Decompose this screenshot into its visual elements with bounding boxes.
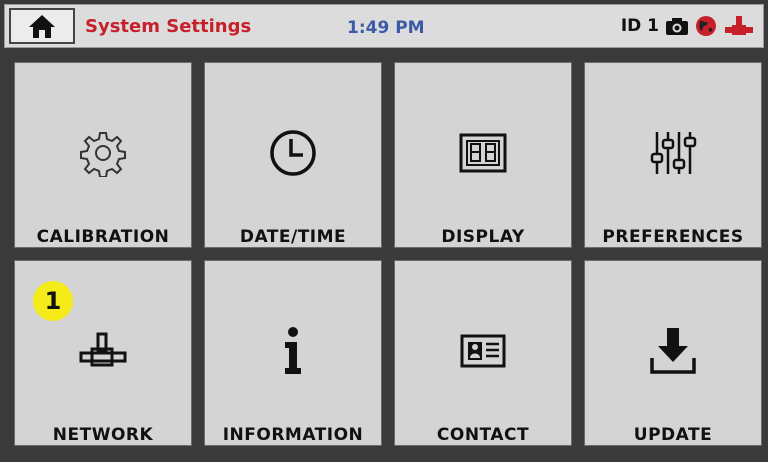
tile-display[interactable]: DISPLAY xyxy=(394,62,572,248)
home-icon xyxy=(29,15,55,38)
callout-badge: 1 xyxy=(33,281,73,321)
globe-icon xyxy=(696,16,716,36)
network-status-icon xyxy=(725,16,753,35)
clock-readout: 1:49 PM xyxy=(347,18,425,38)
tile-label: INFORMATION xyxy=(222,425,364,445)
home-button[interactable] xyxy=(9,8,75,44)
clock-icon xyxy=(270,130,316,176)
tile-label: NETWORK xyxy=(52,425,154,445)
tile-calibration[interactable]: CALIBRATION xyxy=(14,62,192,248)
tile-label: DATE/TIME xyxy=(239,227,347,247)
tile-label: DISPLAY xyxy=(441,227,525,247)
download-icon xyxy=(650,328,696,374)
contact-card-icon xyxy=(460,334,506,368)
sliders-icon xyxy=(650,132,697,174)
camera-icon xyxy=(666,18,688,35)
tile-information[interactable]: INFORMATION xyxy=(204,260,382,446)
network-icon xyxy=(79,332,127,367)
tile-network[interactable]: 1 NETWORK xyxy=(14,260,192,446)
tile-label: PREFERENCES xyxy=(602,227,744,247)
status-area: ID 1 xyxy=(621,14,755,38)
tile-update[interactable]: UPDATE xyxy=(584,260,762,446)
device-id: ID 1 xyxy=(620,16,659,36)
tile-label: CONTACT xyxy=(436,425,530,445)
tile-preferences[interactable]: PREFERENCES xyxy=(584,62,762,248)
page-title: System Settings xyxy=(85,16,252,37)
display-icon xyxy=(459,133,507,173)
tile-label: UPDATE xyxy=(633,425,713,445)
tile-contact[interactable]: CONTACT xyxy=(394,260,572,446)
info-icon xyxy=(285,327,301,374)
gear-icon xyxy=(80,132,126,177)
tile-date-time[interactable]: DATE/TIME xyxy=(204,62,382,248)
tile-label: CALIBRATION xyxy=(36,227,170,247)
top-bar: System Settings 1:49 PM ID 1 xyxy=(4,4,764,48)
